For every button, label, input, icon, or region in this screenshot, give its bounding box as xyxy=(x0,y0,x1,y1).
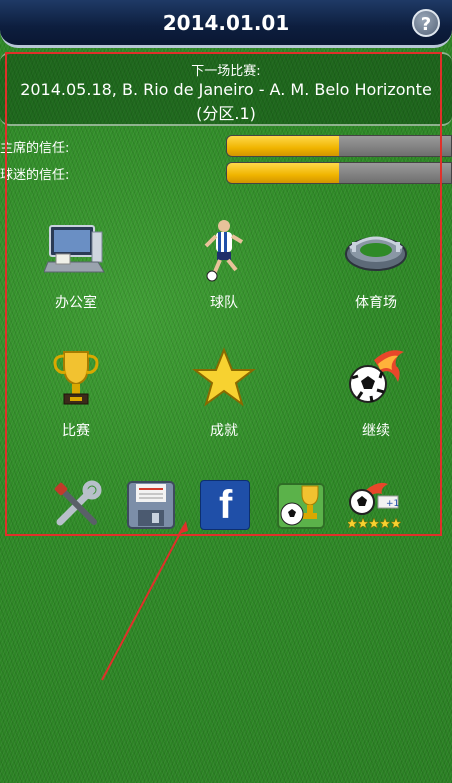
annotation-arrow xyxy=(101,521,188,681)
